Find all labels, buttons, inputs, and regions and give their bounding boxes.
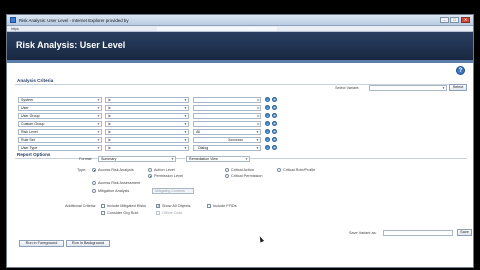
select-variant-button[interactable]: Select [449,84,467,91]
criteria-operator[interactable]: is ▼ [105,105,189,111]
header-strip [7,60,473,63]
select-variant-dropdown[interactable]: ▼ [369,85,447,91]
criteria-operator[interactable]: is ▼ [105,113,189,119]
type-mitigation-analysis-radio[interactable] [92,189,96,193]
additional-criteria-label: Additional Criteria: [65,204,97,208]
type-action-level-label: Action Level [154,168,175,172]
type-mitigation-analysis-label: Mitigation Analysis [98,189,130,193]
offline-data-label: Offline Data [162,211,182,215]
type-label: Type: [77,168,87,172]
criteria-field-custom-group[interactable]: Custom Group ▼ [18,121,102,127]
window-title: Risk Analysis: User Level - Internet Exp… [19,18,129,23]
format-dropdown[interactable]: Summary ▼ [98,156,176,162]
offline-data-checkbox[interactable] [156,211,160,215]
view-dropdown[interactable]: Remediation View ▼ [186,156,250,162]
browser-window: Risk Analysis: User Level - Internet Exp… [6,14,474,268]
criteria-operator[interactable]: is ▼ [105,121,189,127]
address-url[interactable] [157,27,277,31]
save-button[interactable]: Save [457,229,472,236]
minimize-button[interactable]: – [440,17,449,23]
consider-org-rule-label: Consider Org Rule [107,211,139,215]
include-mitigated-risks-label: Include Mitigated Risks [107,204,147,208]
remove-row-icon[interactable]: - [265,145,270,150]
type-access-risk-analysis-label: Access Risk Analysis [98,168,134,172]
maximize-button[interactable]: □ [450,17,459,23]
criteria-value-secondary: Xxxxxxxx [228,138,243,142]
remove-row-icon[interactable]: - [265,137,270,142]
criteria-field-user[interactable]: User ▼ [18,105,102,111]
include-ffids-label: Include FFIDs [213,204,237,208]
criteria-field-system[interactable]: System ▼ [18,97,102,103]
criteria-value[interactable]: Dialog ▼ [193,145,261,151]
criteria-operator[interactable]: is ▼ [105,97,189,103]
criteria-value[interactable]: ⧉ [193,105,261,111]
criteria-operator[interactable]: is ▼ [105,129,189,135]
title-bar: Risk Analysis: User Level - Internet Exp… [7,15,473,26]
remove-row-icon[interactable]: - [265,105,270,110]
remove-row-icon[interactable]: - [265,121,270,126]
type-action-level-radio[interactable] [148,168,152,172]
include-mitigated-risks-checkbox[interactable] [101,204,105,208]
type-access-risk-assessment-label: Access Risk Assessment [98,181,141,185]
analysis-criteria-title: Analysis Criteria [17,78,54,83]
criteria-value[interactable]: Xxxxxxxx ▼ [193,137,261,143]
criteria-value[interactable]: ⧉ [193,121,261,127]
select-variant-label: Select Variant: [335,86,360,90]
type-critical-role-profile-radio[interactable] [277,168,281,172]
criteria-field-risk-level[interactable]: Risk Level ▼ [18,129,102,135]
type-access-risk-analysis-radio[interactable] [92,168,96,172]
include-ffids-checkbox[interactable] [207,204,211,208]
criteria-field-rule-set[interactable]: Rule Set ▼ [18,137,102,143]
type-critical-action-label: Critical Action [231,168,254,172]
show-all-objects-checkbox[interactable]: ✓ [156,204,160,208]
app-header: Risk Analysis: User Level [7,32,473,63]
type-critical-permission-label: Critical Permission [231,174,263,178]
add-row-icon[interactable]: + [272,137,277,142]
add-row-icon[interactable]: + [272,145,277,150]
type-critical-permission-radio[interactable] [225,174,229,178]
add-row-icon[interactable]: + [272,113,277,118]
consider-org-rule-checkbox[interactable] [101,211,105,215]
criteria-value-secondary: Dialog [198,146,209,150]
browser-icon [10,17,16,23]
save-variant-input[interactable] [383,230,453,236]
type-critical-action-radio[interactable] [225,168,229,172]
add-row-icon[interactable]: + [272,105,277,110]
add-row-icon[interactable]: + [272,121,277,126]
page-title: Risk Analysis: User Level [16,40,126,50]
address-protocol: https [11,27,19,31]
report-options-title: Report Options [17,152,51,157]
save-variant-label: Save Variant as: [349,231,377,235]
criteria-operator[interactable]: is ▼ [105,137,189,143]
add-row-icon[interactable]: + [272,129,277,134]
remove-row-icon[interactable]: - [265,97,270,102]
criteria-value[interactable]: All ▼ [193,129,261,135]
add-row-icon[interactable]: + [272,97,277,102]
type-permission-level-radio[interactable] [148,174,152,178]
format-label: Format: [79,157,93,161]
run-in-foreground-button[interactable]: Run in Foreground [19,240,64,247]
show-all-objects-label: Show All Objects [162,204,191,208]
type-permission-level-label: Permission Level [154,174,183,178]
type-access-risk-assessment-radio[interactable] [92,181,96,185]
criteria-value[interactable]: ⧉ [193,113,261,119]
criteria-field-user-group[interactable]: User Group ▼ [18,113,102,119]
close-button[interactable]: ✕ [461,17,470,23]
mitigating-controls-field: Mitigating Controls [152,188,194,194]
remove-row-icon[interactable]: - [265,113,270,118]
type-critical-role-profile-label: Critical Role/Profile [283,168,316,172]
remove-row-icon[interactable]: - [265,129,270,134]
criteria-operator[interactable]: is ▼ [105,145,189,151]
help-icon[interactable]: ? [456,66,465,75]
criteria-field-user-type[interactable]: User Type ▼ [18,145,102,151]
criteria-value[interactable]: ⧉ [193,97,261,103]
run-in-background-button[interactable]: Run in Background [66,240,110,247]
